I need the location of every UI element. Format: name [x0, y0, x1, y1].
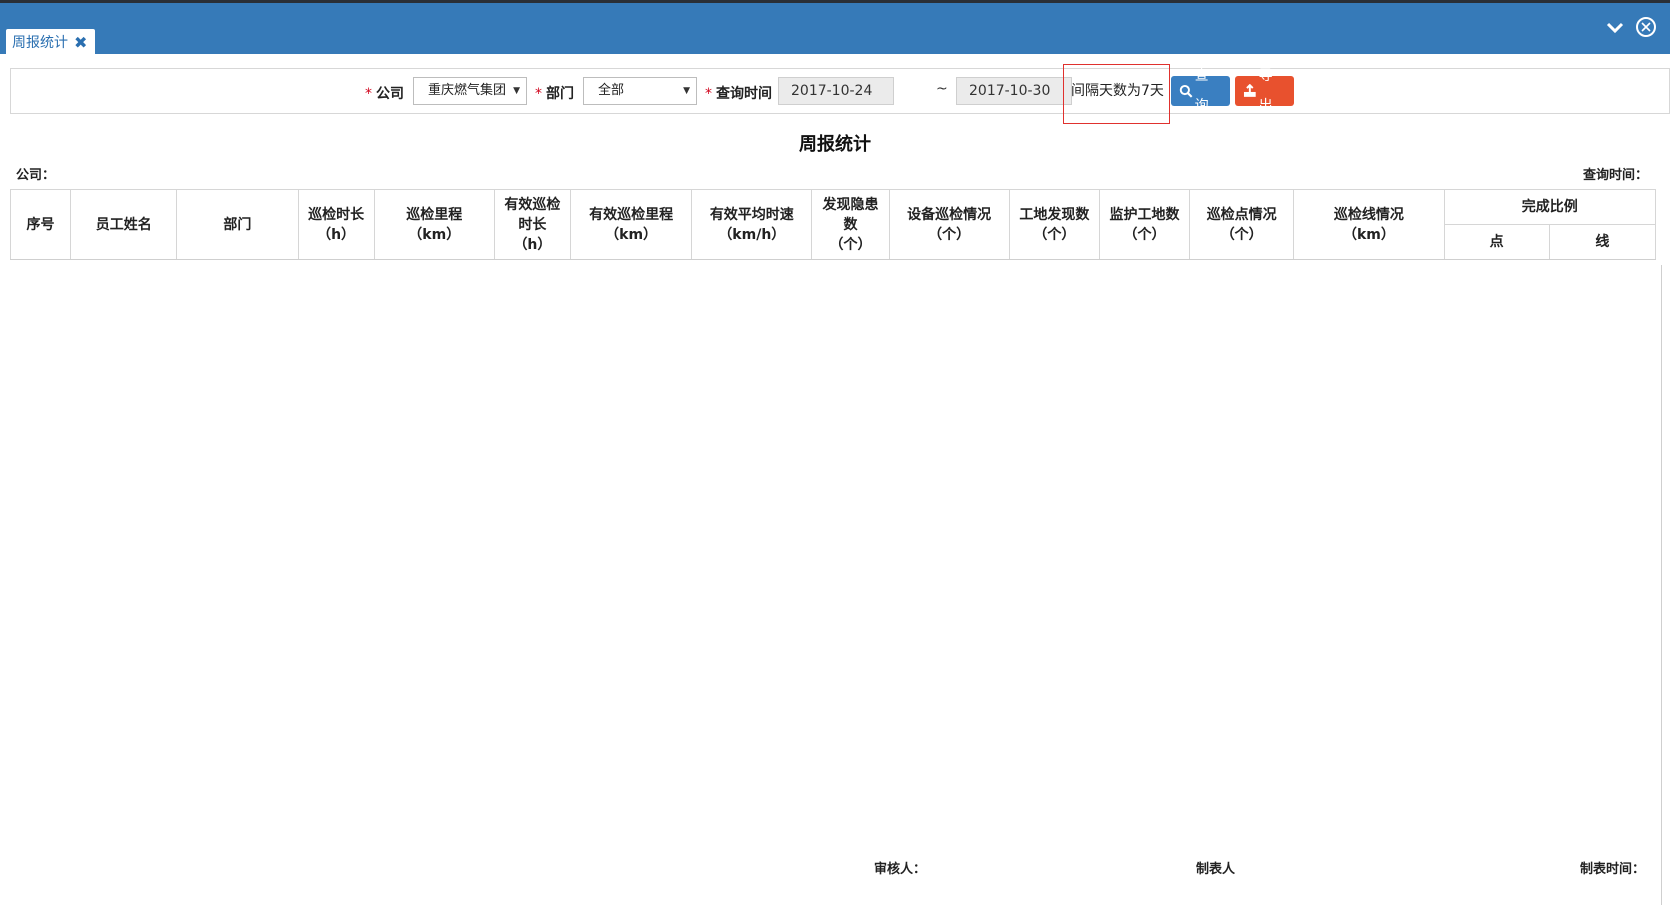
header-effective-duration: 有效巡检 时长 （h） [493, 189, 571, 260]
header-patrol-lines: 巡检线情况 （km） [1293, 189, 1445, 260]
dropdown-arrow-icon: ▼ [513, 86, 520, 96]
interval-days-text: 间隔天数为7天 [1071, 83, 1164, 99]
query-time-meta: 查询时间： [1582, 168, 1648, 183]
date-separator: ~ [936, 81, 948, 97]
company-label: * 公司 [365, 86, 404, 102]
header-sites-monitored: 监护工地数 （个） [1098, 189, 1191, 260]
start-date-input[interactable]: 2017-10-24 [778, 77, 894, 105]
search-icon [1179, 84, 1193, 98]
export-button[interactable]: 导出 [1235, 68, 1294, 114]
dropdown-arrow-icon: ▼ [683, 86, 690, 96]
header-ratio-line: 线 [1548, 224, 1657, 260]
reviewer-label: 审核人： [874, 862, 927, 877]
window-titlebar: 周报统计 ✖ [0, 0, 1670, 57]
chevron-down-icon[interactable] [1604, 17, 1626, 39]
query-button[interactable]: 查询 [1171, 68, 1230, 114]
prepared-time-label: 制表时间： [1580, 862, 1646, 877]
header-equipment-patrol: 设备巡检情况 （个） [888, 189, 1010, 260]
header-hazards-found: 发现隐患数（个） [811, 189, 890, 260]
weekly-report-table: 序号 员工姓名 部门 巡检时长 （h） 巡检里程 （km） 有效巡检 时长 （h） 有效… [9, 189, 1657, 260]
header-patrol-mileage: 巡检里程 （km） [373, 189, 495, 260]
header-effective-speed: 有效平均时速 （km/h） [691, 189, 813, 260]
query-bar: * 公司 重庆燃气集团 ▼ * 部门 全部 ▼ * 查询时间 2017-10-24 ~ 2… [10, 68, 1670, 114]
company-meta: 公司： [16, 168, 56, 183]
company-select[interactable]: 重庆燃气集团 ▼ [413, 77, 527, 105]
header-patrol-points: 巡检点情况 （个） [1189, 189, 1295, 260]
preparer-label: 制表人 [1196, 862, 1236, 877]
header-sites-found: 工地发现数 （个） [1008, 189, 1100, 260]
tab-label: 周报统计 [12, 35, 68, 51]
content-right-border [1661, 265, 1662, 905]
header-patrol-duration: 巡检时长 （h） [297, 189, 375, 260]
export-icon [1243, 84, 1256, 97]
close-tab-icon[interactable]: ✖ [74, 29, 87, 57]
table-bottom-border [10, 259, 1656, 260]
weekly-report-window: 周报统计 ✖ * 公司 重庆燃气集团 ▼ * 部门 全部 ▼ * 查询时间 2017-10… [0, 0, 1670, 911]
department-label: * 部门 [535, 86, 574, 102]
department-select[interactable]: 全部 ▼ [583, 77, 697, 105]
report-title: 周报统计 [799, 134, 871, 155]
end-date-input[interactable]: 2017-10-30 [956, 77, 1072, 105]
tab-weekly-report[interactable]: 周报统计 ✖ [6, 29, 96, 57]
header-index: 序号 [9, 189, 72, 260]
query-time-label: * 查询时间 [705, 86, 772, 102]
header-ratio-point: 点 [1443, 224, 1550, 260]
close-window-icon[interactable] [1636, 17, 1656, 37]
header-employee: 员工姓名 [70, 189, 178, 260]
header-effective-mileage: 有效巡检里程 （km） [569, 189, 693, 260]
header-department: 部门 [176, 189, 299, 260]
header-completion-ratio: 完成比例 [1443, 189, 1657, 225]
